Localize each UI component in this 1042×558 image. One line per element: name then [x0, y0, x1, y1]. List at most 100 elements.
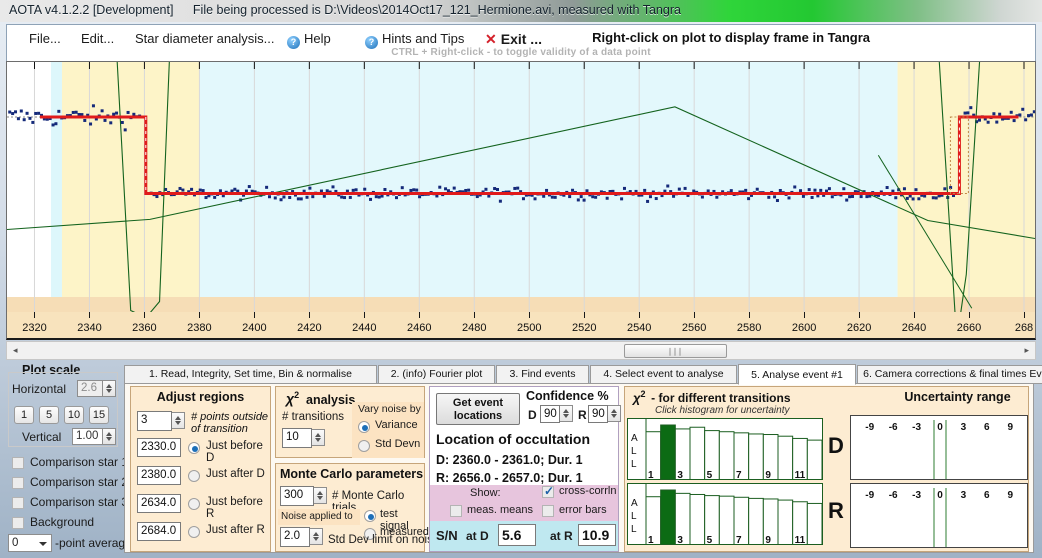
data-point[interactable] — [1027, 114, 1031, 118]
data-point[interactable] — [322, 194, 326, 198]
data-point[interactable] — [115, 111, 119, 115]
data-point[interactable] — [830, 195, 834, 199]
data-point[interactable] — [34, 111, 38, 115]
transitions-stepper[interactable] — [312, 429, 325, 446]
confidence-d-stepper[interactable] — [560, 405, 573, 422]
data-point[interactable] — [190, 187, 194, 191]
radio-just-after-d[interactable] — [188, 470, 200, 482]
data-point[interactable] — [305, 195, 309, 199]
data-point[interactable] — [778, 188, 782, 192]
data-point[interactable] — [513, 186, 517, 190]
data-point[interactable] — [977, 118, 981, 122]
hist-bar[interactable] — [718, 495, 735, 545]
data-point[interactable] — [700, 195, 704, 199]
data-point[interactable] — [374, 195, 378, 199]
data-point[interactable] — [51, 123, 55, 127]
data-point[interactable] — [755, 187, 759, 191]
data-point[interactable] — [585, 189, 589, 193]
data-point[interactable] — [744, 188, 748, 192]
radio-just-before-d[interactable] — [188, 442, 200, 454]
data-point[interactable] — [850, 194, 854, 198]
data-point[interactable] — [992, 112, 996, 116]
data-point[interactable] — [902, 187, 906, 191]
data-point[interactable] — [409, 188, 413, 192]
data-point[interactable] — [799, 189, 803, 193]
data-point[interactable] — [89, 122, 93, 126]
data-point[interactable] — [1009, 110, 1013, 114]
data-point[interactable] — [363, 187, 367, 191]
data-point[interactable] — [394, 196, 398, 200]
data-point[interactable] — [267, 195, 271, 199]
data-point[interactable] — [178, 186, 182, 190]
checkbox-comparison-star-3[interactable] — [12, 497, 24, 509]
data-point[interactable] — [308, 186, 312, 190]
data-point[interactable] — [848, 195, 852, 199]
histogram-D[interactable]: ALL1 3 5 7 9 11 — [627, 418, 823, 480]
data-point[interactable] — [351, 188, 355, 192]
data-point[interactable] — [775, 199, 779, 203]
data-point[interactable] — [418, 195, 422, 199]
data-point[interactable] — [591, 195, 595, 199]
data-point[interactable] — [594, 195, 598, 199]
data-point[interactable] — [311, 195, 315, 199]
data-point[interactable] — [132, 112, 136, 116]
data-point[interactable] — [787, 196, 791, 200]
data-point[interactable] — [747, 197, 751, 201]
transitions-input[interactable]: 10 — [282, 428, 312, 448]
data-point[interactable] — [343, 196, 347, 200]
hist-bar[interactable] — [806, 439, 822, 480]
data-point[interactable] — [542, 194, 546, 198]
points-outside-stepper[interactable] — [172, 412, 185, 429]
data-point[interactable] — [487, 194, 491, 198]
data-point[interactable] — [643, 188, 647, 192]
radio-variance[interactable] — [358, 421, 370, 433]
vertical-scale-stepper[interactable] — [103, 428, 116, 445]
data-point[interactable] — [914, 188, 918, 192]
data-point[interactable] — [181, 188, 185, 192]
data-point[interactable] — [467, 188, 471, 192]
data-point[interactable] — [963, 111, 967, 115]
data-point[interactable] — [438, 185, 442, 189]
point-average-select[interactable]: 0 — [8, 534, 52, 552]
tab-2[interactable]: 2. (info) Fourier plot — [378, 365, 495, 384]
data-point[interactable] — [905, 196, 909, 200]
data-point[interactable] — [793, 185, 797, 189]
region-value-just-before-d[interactable]: 2330.0 — [137, 438, 181, 457]
radio-just-after-r[interactable] — [188, 526, 200, 538]
monte-carlo-trials-input[interactable]: 300 — [280, 486, 314, 506]
data-point[interactable] — [1018, 113, 1022, 117]
data-point[interactable] — [109, 121, 113, 125]
analysis-tab-strip[interactable]: 1. Read, Integrity, Set time, Bin & norm… — [124, 364, 1042, 385]
hist-bar[interactable] — [689, 493, 706, 545]
plot-horizontal-scrollbar[interactable]: ◂ ▸ ∣∣∣ — [6, 341, 1036, 360]
checkbox-comparison-star-2[interactable] — [12, 477, 24, 489]
zoom-button-5[interactable]: 5 — [39, 406, 59, 424]
data-point[interactable] — [582, 198, 586, 202]
data-point[interactable] — [383, 187, 387, 191]
data-point[interactable] — [845, 198, 849, 202]
data-point[interactable] — [553, 195, 557, 199]
hist-bar[interactable] — [748, 497, 764, 545]
horizontal-scale-stepper[interactable] — [103, 380, 116, 397]
data-point[interactable] — [995, 120, 999, 124]
data-point[interactable] — [14, 110, 18, 114]
tab-4[interactable]: 4. Select event to analyse — [590, 365, 737, 384]
menu-edit[interactable]: Edit... — [81, 31, 114, 46]
data-point[interactable] — [31, 120, 35, 124]
data-point[interactable] — [1032, 110, 1035, 114]
data-point[interactable] — [498, 199, 502, 203]
checkbox-meas-means[interactable] — [450, 505, 462, 517]
scroll-left-arrow-icon[interactable]: ◂ — [13, 345, 18, 356]
data-point[interactable] — [247, 185, 251, 189]
confidence-r-input[interactable]: 90 — [588, 405, 608, 423]
std-dev-limit-stepper[interactable] — [310, 528, 323, 545]
horizontal-scale-input[interactable]: 2.6 — [77, 380, 103, 397]
light-curve-plot[interactable] — [6, 61, 1036, 340]
data-point[interactable] — [917, 197, 921, 201]
tab-3[interactable]: 3. Find events — [496, 365, 589, 384]
tab-5[interactable]: 5. Analyse event #1 — [738, 364, 856, 385]
data-point[interactable] — [348, 195, 352, 199]
data-point[interactable] — [622, 186, 626, 190]
data-point[interactable] — [998, 112, 1002, 116]
data-point[interactable] — [969, 106, 973, 110]
